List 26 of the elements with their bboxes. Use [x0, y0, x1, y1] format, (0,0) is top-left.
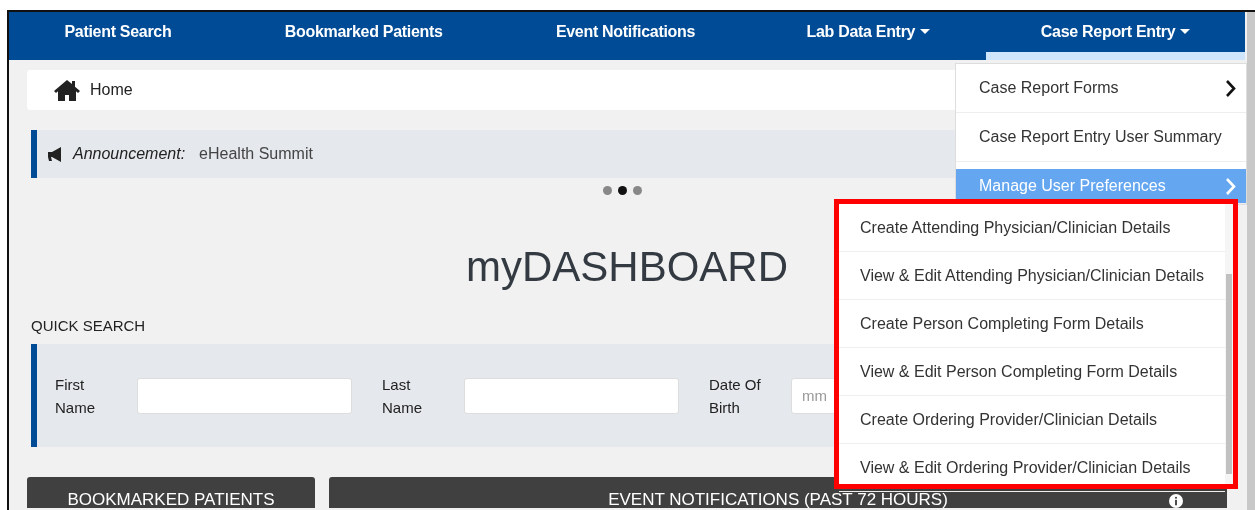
input-field[interactable]	[137, 377, 352, 414]
submenu-item[interactable]: View & Edit Ordering Provider/Clinician Details	[839, 444, 1225, 492]
home-link[interactable]: Home	[90, 81, 133, 99]
page-title: myDASHBOARD	[465, 243, 788, 291]
menu-item[interactable]: Case Report Entry User Summary	[956, 113, 1246, 162]
field-label: Date Of Birth	[709, 374, 762, 418]
announcement-label: Announcement:	[73, 145, 186, 163]
scrollbar[interactable]	[1247, 12, 1255, 510]
section-heading: QUICK SEARCH	[31, 317, 146, 334]
scrollbar[interactable]	[1225, 204, 1233, 484]
info-icon[interactable]	[1169, 494, 1183, 508]
input-field[interactable]	[464, 377, 679, 414]
panel-title: BOOKMARKED PATIENTS	[67, 493, 275, 507]
carousel-dot[interactable]	[632, 186, 642, 195]
nav-link[interactable]: Lab Data Entry	[794, 12, 943, 60]
panel-title: EVENT NOTIFICATIONS (PAST 72 HOURS)	[608, 493, 948, 507]
field-label: Last Name	[382, 374, 423, 418]
carousel-dot[interactable]	[617, 186, 627, 195]
carousel-dot[interactable]	[602, 186, 612, 195]
field-label: First Name	[55, 374, 96, 418]
announcement-text: eHealth Summit	[199, 145, 313, 163]
nav-link[interactable]: Patient Search	[52, 12, 184, 60]
home-icon	[54, 79, 80, 101]
nav-link[interactable]: Bookmarked Patients	[272, 12, 455, 60]
nav-link[interactable]: Event Notifications	[543, 12, 708, 60]
menu-item[interactable]: Case Report Forms	[956, 64, 1246, 113]
